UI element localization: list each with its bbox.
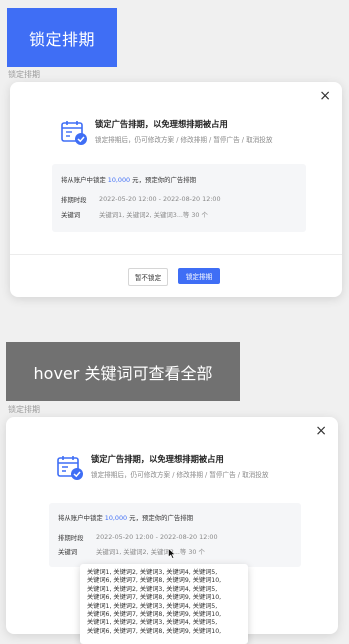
close-icon[interactable]: × [319, 89, 331, 103]
mouse-pointer-icon [168, 548, 176, 559]
cancel-button[interactable]: 暂不锁定 [128, 268, 168, 286]
keywords-label: 关键词 [61, 211, 81, 219]
keywords-tooltip: 关键词1, 关键词2, 关键词3, 关键词4, 关键词5, 关键词6, 关键词7… [80, 564, 248, 644]
lock-amount: 10,000 [104, 514, 128, 522]
tooltip-line: 关键词1, 关键词2, 关键词3, 关键词4, 关键词5, [87, 585, 218, 593]
lock-amount-text: 将从账户中锁定 10,000 元，预定你的广告排期 [61, 176, 197, 184]
section-caption: 锁定排期 [8, 405, 40, 414]
keywords-row[interactable]: 关键词 关键词1, 关键词2, 关键词3...等 30 个 [58, 547, 205, 556]
tooltip-line: 关键词6, 关键词7, 关键词8, 关键词9, 关键词10, [87, 594, 222, 602]
footer-divider [10, 254, 342, 255]
section-caption: 锁定排期 [8, 70, 40, 79]
tooltip-line: 关键词1, 关键词2, 关键词3, 关键词4, 关键词5, [87, 602, 218, 610]
modal-title: 锁定广告排期，以免理想排期被占用 [95, 119, 228, 129]
modal-title: 锁定广告排期，以免理想排期被占用 [91, 454, 224, 464]
section-tag-hover-keywords: hover 关键词可查看全部 [6, 342, 240, 401]
calendar-check-icon [61, 121, 87, 145]
period-row: 排期时段 2022-05-20 12:00 - 2022-08-20 12:00 [58, 533, 218, 542]
keywords-label: 关键词 [58, 548, 78, 556]
section-tag-lock-schedule: 锁定排期 [7, 8, 117, 67]
lock-schedule-modal: × 锁定广告排期，以免理想排期被占用 锁定排期后，仍可修改方案 / 修改排期 /… [10, 82, 342, 297]
period-label: 排期时段 [61, 196, 87, 204]
keywords-value[interactable]: 关键词1, 关键词2, 关键词3...等 30 个 [99, 210, 208, 219]
period-label: 排期时段 [58, 534, 84, 542]
period-value: 2022-05-20 12:00 - 2022-08-20 12:00 [96, 533, 218, 541]
close-icon[interactable]: × [315, 424, 327, 438]
modal-subtitle: 锁定排期后，仍可修改方案 / 修改排期 / 暂停广告 / 取消投放 [95, 136, 273, 144]
modal-subtitle: 锁定排期后，仍可修改方案 / 修改排期 / 暂停广告 / 取消投放 [91, 471, 269, 479]
tooltip-line: 关键词6, 关键词7, 关键词8, 关键词9, 关键词10, [87, 627, 222, 635]
period-row: 排期时段 2022-05-20 12:00 - 2022-08-20 12:00 [61, 195, 221, 204]
lock-amount-text: 将从账户中锁定 10,000 元，预定你的广告排期 [58, 514, 194, 522]
keywords-row[interactable]: 关键词 关键词1, 关键词2, 关键词3...等 30 个 [61, 210, 208, 219]
lock-amount: 10,000 [107, 176, 131, 184]
modal-header: 锁定广告排期，以免理想排期被占用 锁定排期后，仍可修改方案 / 修改排期 / 暂… [56, 453, 269, 481]
modal-header: 锁定广告排期，以免理想排期被占用 锁定排期后，仍可修改方案 / 修改排期 / 暂… [60, 118, 273, 146]
keywords-value[interactable]: 关键词1, 关键词2, 关键词3...等 30 个 [96, 547, 205, 556]
lock-schedule-button[interactable]: 锁定排期 [178, 268, 220, 284]
tooltip-line: 关键词1, 关键词2, 关键词3, 关键词4, 关键词5, [87, 619, 218, 627]
tooltip-line: 关键词6, 关键词7, 关键词8, 关键词9, 关键词10, [87, 577, 222, 585]
period-value: 2022-05-20 12:00 - 2022-08-20 12:00 [99, 195, 221, 203]
schedule-info-box: 将从账户中锁定 10,000 元，预定你的广告排期 排期时段 2022-05-2… [52, 164, 306, 232]
calendar-check-icon [57, 456, 83, 480]
